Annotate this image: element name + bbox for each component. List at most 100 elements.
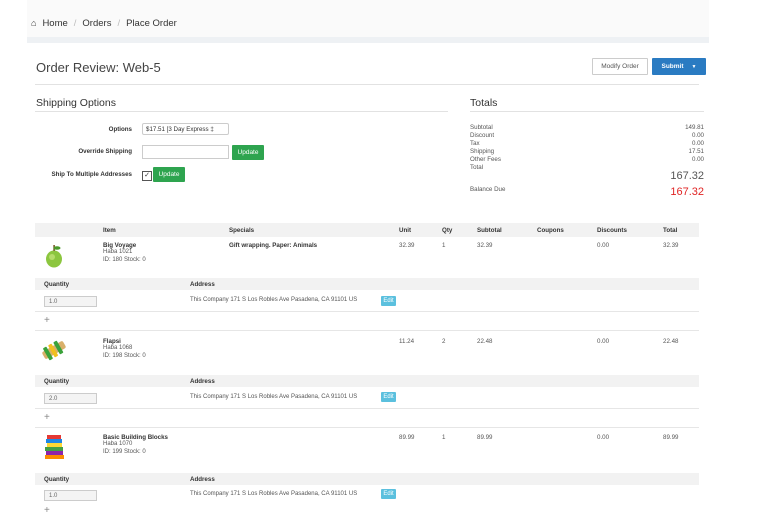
caret-down-icon[interactable]: ▼ (692, 64, 697, 70)
breadcrumb-separator: / (117, 17, 121, 29)
item-total: 89.99 (663, 434, 679, 441)
quantity-address-header (35, 278, 699, 290)
totals-subtotal-value: 149.81 (685, 124, 704, 131)
breadcrumb-home[interactable]: Home (42, 18, 67, 29)
override-update-button[interactable]: Update (232, 145, 264, 160)
address-header: Address (190, 281, 215, 288)
apple-toy-icon (46, 245, 62, 268)
totals-discount-label: Discount (470, 132, 495, 139)
shipping-heading: Shipping Options (36, 97, 116, 109)
balance-due-label: Balance Due (470, 186, 506, 193)
item-unit: 11.24 (399, 338, 415, 345)
wooden-flapsi-toy-icon (42, 340, 66, 361)
totals-other-fees-label: Other Fees (470, 156, 501, 163)
row-divider (35, 427, 699, 428)
item-qty: 2 (442, 338, 446, 345)
item-subtotal: 32.39 (477, 242, 493, 249)
th-total: Total (663, 227, 678, 234)
item-brand: Haba 1068 (103, 345, 133, 351)
quantity-header: Quantity (44, 378, 70, 385)
th-coupons: Coupons (537, 227, 564, 234)
breadcrumb: ⌂ Home / Orders / Place Order (27, 10, 713, 36)
building-blocks-icon (45, 435, 64, 459)
th-qty: Qty (442, 227, 453, 234)
edit-address-button[interactable]: Edit (381, 489, 396, 499)
add-address-button[interactable]: + (44, 505, 50, 516)
item-name[interactable]: Flapsi (103, 338, 121, 345)
submit-label: Submit (661, 63, 684, 70)
totals-heading: Totals (470, 97, 498, 109)
row-divider (35, 408, 699, 409)
item-unit: 89.99 (399, 434, 415, 441)
totals-total-value: 167.32 (670, 170, 704, 182)
item-qty: 1 (442, 434, 446, 441)
item-brand: Haba 1070 (103, 441, 133, 447)
add-address-button[interactable]: + (44, 315, 50, 326)
options-label: Options (108, 126, 132, 133)
submit-button[interactable]: Submit ▼ (652, 58, 706, 75)
totals-subtotal-label: Subtotal (470, 124, 493, 131)
breadcrumb-orders[interactable]: Orders (82, 18, 111, 29)
quantity-value: 2.0 (49, 395, 58, 402)
totals-total-label: Total (470, 164, 484, 171)
totals-shipping-value: 17.51 (688, 148, 704, 155)
shipping-address: This Company 171 S Los Robles Ave Pasade… (190, 491, 358, 497)
item-total: 22.48 (663, 338, 679, 345)
totals-discount-value: 0.00 (691, 132, 704, 139)
th-item: Item (103, 227, 116, 234)
quantity-header: Quantity (44, 281, 70, 288)
override-shipping-input[interactable] (142, 145, 229, 159)
item-meta: ID: 199 Stock: 0 (103, 449, 146, 455)
page-title: Order Review: Web-5 (36, 60, 161, 75)
shipping-address: This Company 171 S Los Robles Ave Pasade… (190, 394, 358, 400)
shipping-divider (35, 111, 448, 112)
ship-multiple-label: Ship To Multiple Addresses (51, 171, 132, 178)
modify-order-button[interactable]: Modify Order (592, 58, 648, 75)
home-icon[interactable]: ⌂ (31, 18, 36, 28)
title-divider (35, 84, 699, 85)
item-meta: ID: 180 Stock: 0 (103, 257, 146, 263)
ship-multiple-checkbox[interactable]: ✓ (142, 171, 152, 181)
quantity-header: Quantity (44, 476, 70, 483)
shipping-address: This Company 171 S Los Robles Ave Pasade… (190, 297, 358, 303)
edit-address-button[interactable]: Edit (381, 296, 396, 306)
quantity-input[interactable]: 1.0 (44, 296, 97, 307)
item-subtotal: 22.48 (477, 338, 493, 345)
breadcrumb-current: Place Order (126, 17, 177, 29)
item-brand: Haba 1021 (103, 249, 133, 255)
th-unit: Unit (399, 227, 412, 234)
row-divider (35, 311, 699, 312)
th-subtotal: Subtotal (477, 227, 502, 234)
quantity-value: 1.0 (49, 492, 58, 499)
item-discounts: 0.00 (597, 434, 610, 441)
totals-shipping-label: Shipping (470, 148, 495, 155)
shipping-options-value: $17.51 [3 Day Express ‡ (146, 125, 214, 133)
edit-address-button[interactable]: Edit (381, 392, 396, 402)
item-discounts: 0.00 (597, 242, 610, 249)
th-discounts: Discounts (597, 227, 627, 234)
item-specials: Gift wrapping. Paper: Animals (229, 242, 318, 249)
item-total: 32.39 (663, 242, 679, 249)
add-address-button[interactable]: + (44, 412, 50, 423)
row-divider (35, 330, 699, 331)
item-meta: ID: 198 Stock: 0 (103, 353, 146, 359)
breadcrumb-separator: / (73, 17, 77, 29)
quantity-input[interactable]: 2.0 (44, 393, 97, 404)
item-name[interactable]: Basic Building Blocks (103, 434, 168, 441)
totals-tax-value: 0.00 (691, 140, 704, 147)
quantity-value: 1.0 (49, 298, 58, 305)
shipping-options-select[interactable]: $17.51 [3 Day Express ‡ (142, 123, 229, 135)
item-unit: 32.39 (399, 242, 415, 249)
quantity-address-header (35, 473, 699, 485)
address-header: Address (190, 476, 215, 483)
override-shipping-label: Override Shipping (78, 148, 132, 155)
totals-divider (470, 111, 704, 112)
item-discounts: 0.00 (597, 338, 610, 345)
item-subtotal: 89.99 (477, 434, 493, 441)
ship-multiple-update-button[interactable]: Update (153, 167, 185, 182)
quantity-input[interactable]: 1.0 (44, 490, 97, 501)
address-header: Address (190, 378, 215, 385)
item-name[interactable]: Big Voyage (103, 242, 136, 249)
quantity-address-header (35, 375, 699, 387)
totals-tax-label: Tax (470, 140, 480, 147)
